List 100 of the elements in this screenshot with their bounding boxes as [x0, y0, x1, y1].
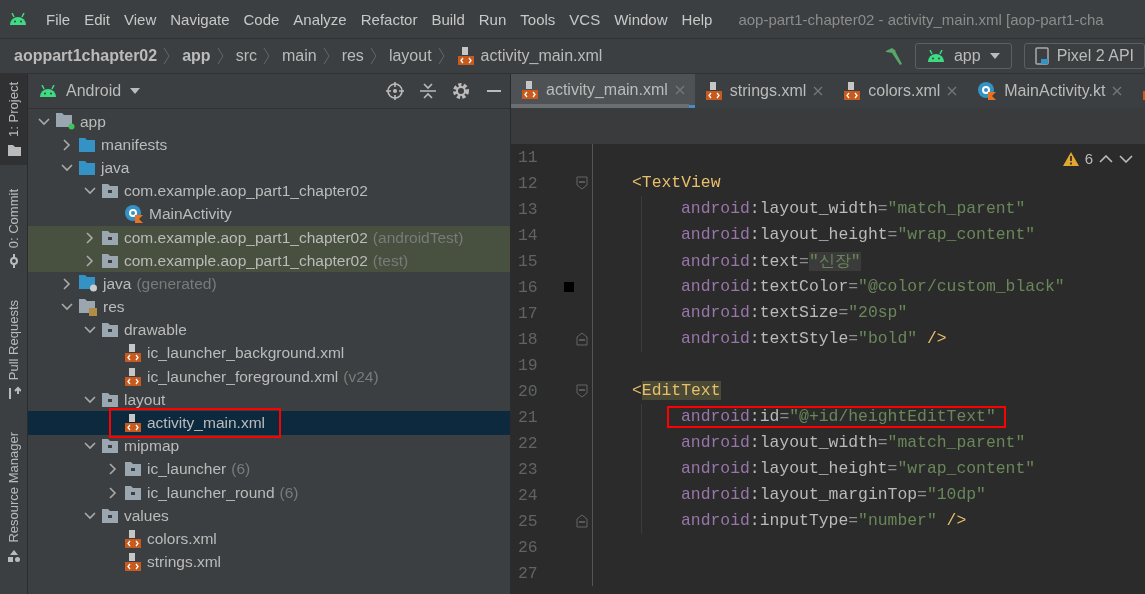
- tree-item[interactable]: java (generated): [28, 272, 510, 296]
- breadcrumb-separator-icon: [369, 47, 377, 65]
- menu-item[interactable]: Window: [614, 10, 668, 28]
- close-icon[interactable]: [813, 86, 824, 96]
- breadcrumb-item[interactable]: aoppart1chapter02: [14, 47, 158, 65]
- tree-item[interactable]: ic_launcher_round (6): [28, 481, 510, 505]
- tool-window-button[interactable]: 1: Project: [0, 74, 27, 165]
- xml-file-icon: [456, 47, 475, 65]
- tree-item-note: (test): [372, 251, 409, 270]
- tree-item[interactable]: layout: [28, 388, 510, 412]
- line-number: 16: [517, 277, 539, 297]
- xml-file-icon: [124, 344, 142, 363]
- kotlin-class-icon: [124, 204, 144, 225]
- xml-file-icon: [124, 529, 142, 548]
- crosshair-icon[interactable]: [386, 82, 404, 100]
- android-icon: [38, 85, 58, 97]
- dropdown-caret-icon: [129, 87, 142, 95]
- folder-icon: [78, 160, 96, 175]
- menu-item[interactable]: Build: [431, 10, 465, 28]
- code-line: android:textSize="20sp": [681, 303, 908, 323]
- module-folder-icon: [55, 113, 75, 131]
- folder-icon: [78, 137, 96, 152]
- breadcrumb-item[interactable]: main: [281, 47, 317, 65]
- tool-window-button[interactable]: Resource Manager: [0, 424, 27, 571]
- tree-item[interactable]: manifests: [28, 133, 510, 157]
- line-number: 15: [517, 251, 539, 271]
- menu-item[interactable]: Navigate: [170, 10, 230, 28]
- generated-folder-icon: [78, 275, 98, 293]
- breadcrumb-separator-icon: [437, 47, 445, 65]
- tree-item[interactable]: res: [28, 295, 510, 319]
- tree-item[interactable]: ic_launcher_background.xml: [28, 341, 510, 366]
- settings-icon[interactable]: [452, 82, 470, 100]
- run-configuration-dropdown[interactable]: app: [914, 43, 1012, 69]
- tree-item[interactable]: com.example.aop_part1_chapter02: [28, 179, 510, 203]
- tree-item[interactable]: app: [28, 110, 510, 134]
- folder-icon: [101, 230, 119, 245]
- menu-item[interactable]: VCS: [569, 10, 601, 28]
- tree-item[interactable]: ic_launcher_foreground.xml (v24): [28, 365, 510, 389]
- xml-file-icon: [124, 414, 142, 433]
- breadcrumb-item[interactable]: activity_main.xml: [480, 47, 603, 65]
- menu-item[interactable]: File: [46, 10, 71, 28]
- breadcrumb-separator-icon: [262, 47, 270, 65]
- device-dropdown[interactable]: Pixel 2 API: [1023, 43, 1145, 69]
- tree-item[interactable]: MainActivity: [28, 202, 510, 226]
- tree-item[interactable]: mipmap: [28, 434, 510, 458]
- menu-item[interactable]: Help: [681, 10, 713, 28]
- tree-item[interactable]: strings.xml: [28, 550, 510, 574]
- folder-icon: [101, 508, 119, 523]
- code-line: android:layout_width="match_parent": [681, 433, 1026, 453]
- collapse-all-icon[interactable]: [420, 82, 436, 100]
- code-line: android:text="신장": [681, 251, 861, 272]
- menu-item[interactable]: View: [124, 10, 157, 28]
- menu-item[interactable]: Code: [243, 10, 280, 28]
- shapes-icon: [6, 548, 21, 563]
- minimize-icon[interactable]: [486, 90, 502, 92]
- fold-marker-icon[interactable]: [576, 332, 588, 346]
- breadcrumb-item[interactable]: src: [235, 47, 257, 65]
- code-line: android:id="@+id/heightEditText": [681, 407, 996, 427]
- tool-window-button[interactable]: 0: Commit: [0, 180, 27, 277]
- menu-item[interactable]: Edit: [84, 10, 111, 28]
- tool-window-button[interactable]: Pull Requests: [0, 292, 27, 409]
- menu-item[interactable]: Run: [478, 10, 507, 28]
- breadcrumb-item[interactable]: app: [182, 47, 211, 65]
- breadcrumb-separator-icon: [163, 47, 171, 65]
- breadcrumb-item[interactable]: layout: [388, 47, 432, 65]
- line-number: 26: [517, 537, 539, 557]
- line-number: 23: [517, 459, 539, 479]
- tree-item[interactable]: com.example.aop_part1_chapter02 (test): [28, 249, 510, 273]
- project-view-dropdown[interactable]: Android: [38, 82, 142, 100]
- close-icon[interactable]: [674, 84, 685, 95]
- window-title: aop-part1-chapter02 - activity_main.xml [aop-part1-cha: [738, 10, 1104, 28]
- warning-icon: [1062, 151, 1079, 166]
- line-number: 19: [517, 355, 539, 375]
- resource-folder-icon: [78, 298, 98, 316]
- fold-marker-icon[interactable]: [576, 384, 588, 398]
- tree-item[interactable]: colors.xml: [28, 527, 510, 551]
- menu-item[interactable]: Tools: [520, 10, 556, 28]
- tree-item[interactable]: values: [28, 504, 510, 528]
- line-number: 25: [517, 511, 539, 531]
- fold-marker-icon[interactable]: [576, 514, 588, 528]
- breadcrumb-item[interactable]: res: [341, 47, 364, 65]
- tree-item[interactable]: ic_launcher (6): [28, 457, 510, 481]
- breadcrumb-separator-icon: [216, 47, 224, 65]
- tree-item[interactable]: java: [28, 156, 510, 180]
- tree-item[interactable]: activity_main.xml: [28, 411, 510, 435]
- menu-item[interactable]: Analyze: [293, 10, 347, 28]
- editor-tab[interactable]: MainActivity.kt: [967, 74, 1133, 108]
- close-icon[interactable]: [947, 86, 958, 96]
- line-number: 18: [517, 329, 539, 349]
- fold-marker-icon[interactable]: [576, 176, 588, 190]
- code-line: android:layout_marginTop="10dp": [681, 485, 986, 505]
- line-number: 27: [517, 563, 539, 583]
- editor-tab[interactable]: colors.xml: [833, 74, 968, 108]
- editor-tab[interactable]: strings.xml: [694, 74, 834, 108]
- menu-item[interactable]: Refactor: [360, 10, 418, 28]
- code-line: android:textColor="@color/custom_black": [681, 277, 1065, 297]
- tree-item-note: (androidTest): [372, 228, 464, 247]
- tree-item[interactable]: com.example.aop_part1_chapter02 (androidTest): [28, 225, 510, 250]
- tree-item[interactable]: drawable: [28, 318, 510, 342]
- close-icon[interactable]: [1112, 86, 1123, 96]
